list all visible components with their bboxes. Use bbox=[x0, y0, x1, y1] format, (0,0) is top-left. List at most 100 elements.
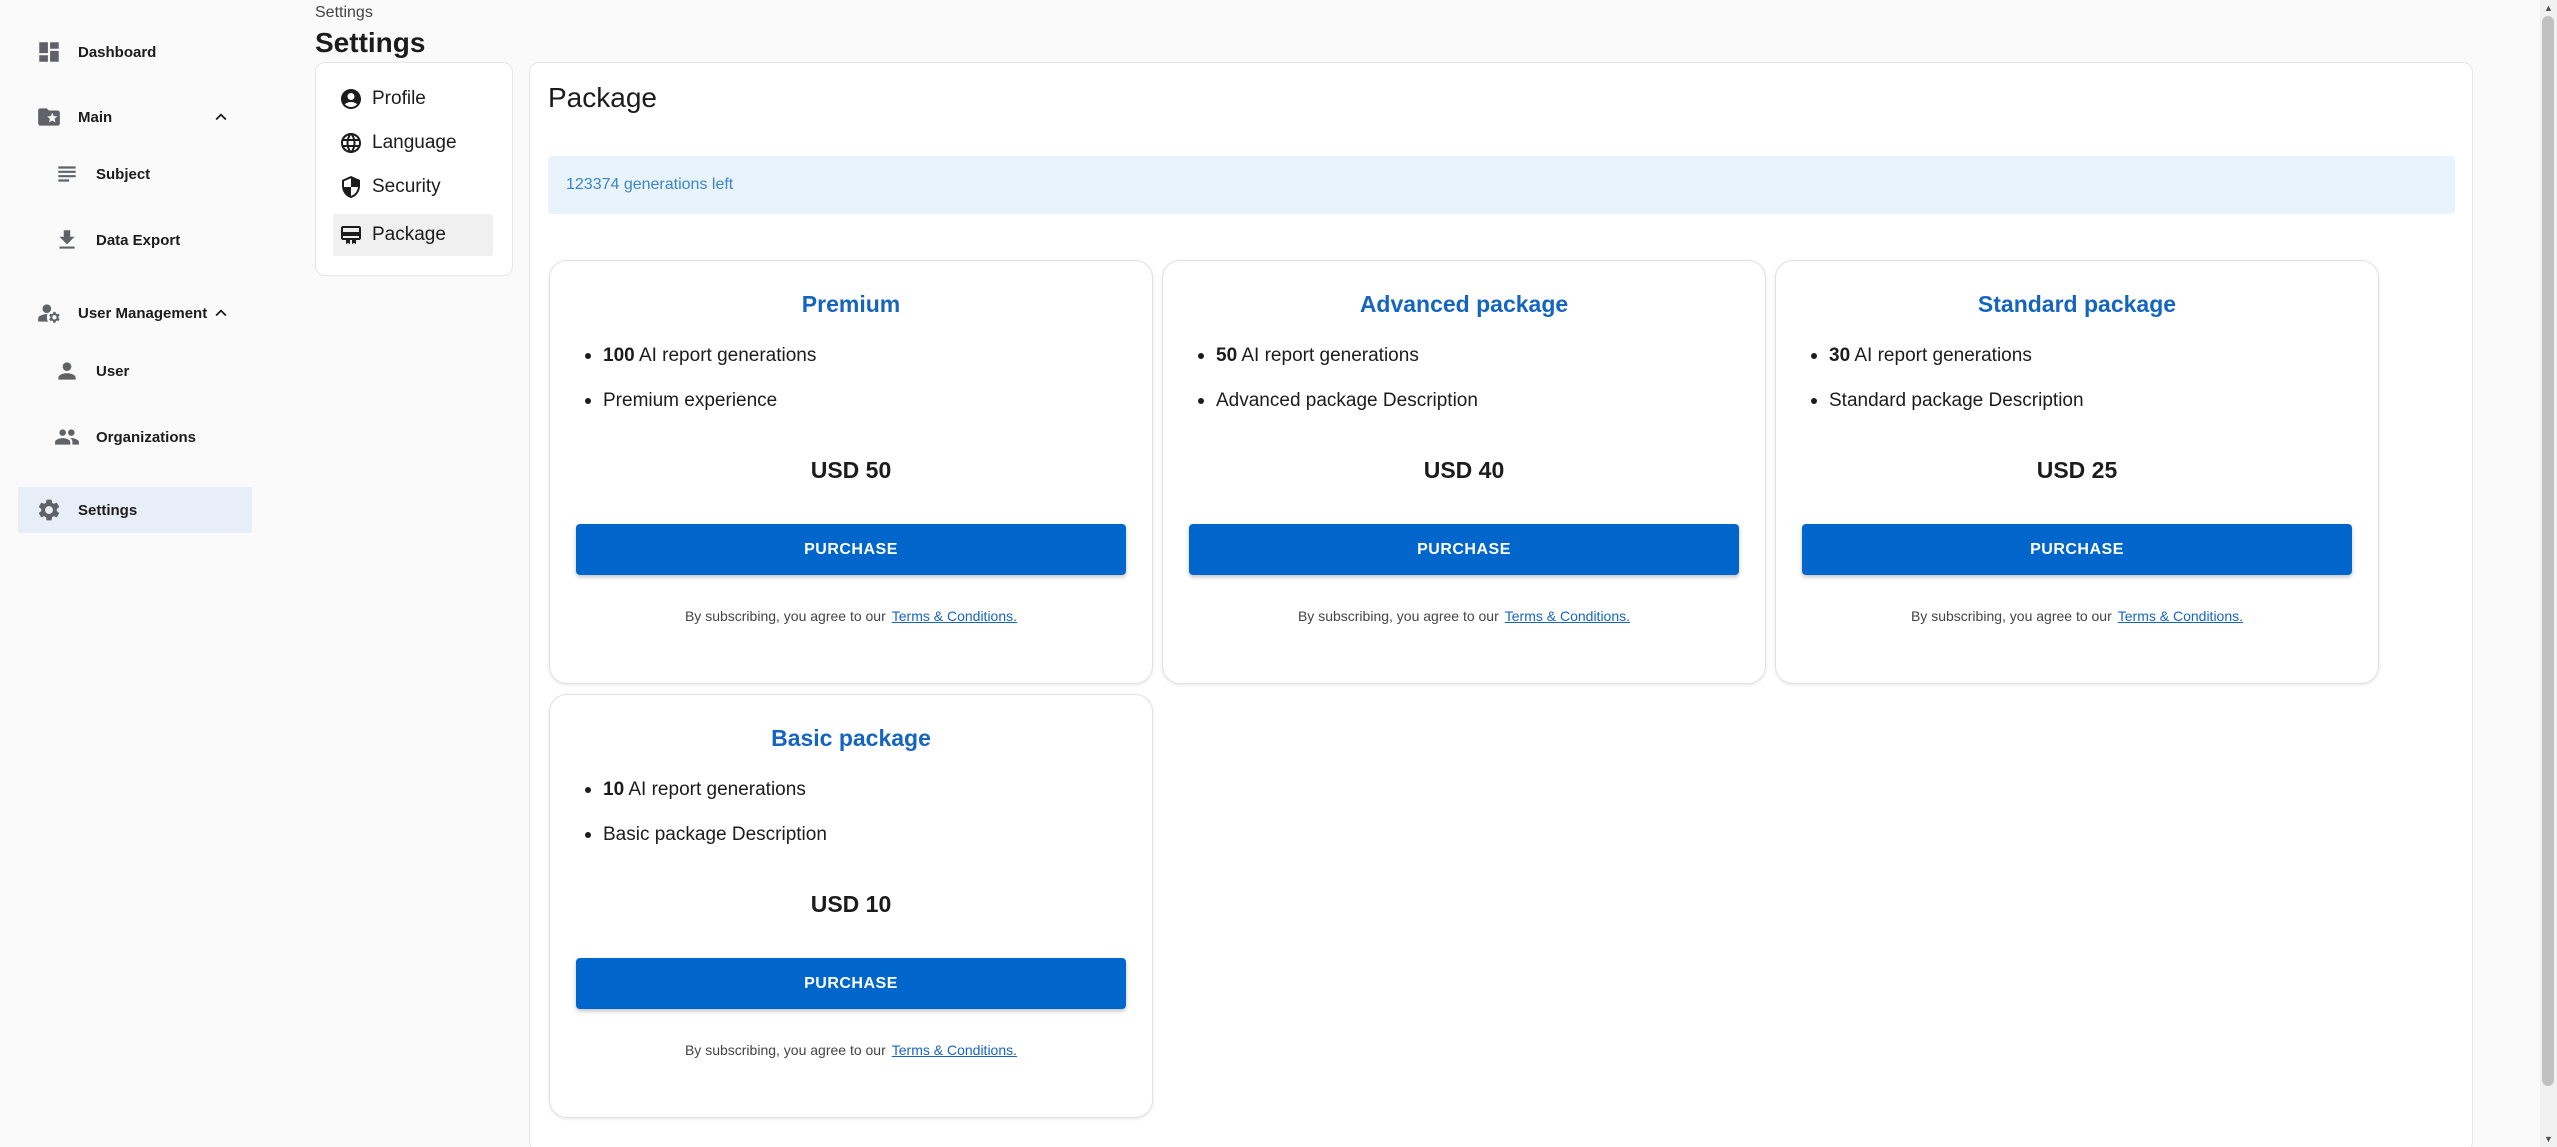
terms-notice: By subscribing, you agree to our Terms & … bbox=[1776, 608, 2378, 624]
generations-left-text: 123374 generations left bbox=[566, 176, 734, 193]
chevron-up-icon[interactable] bbox=[210, 302, 232, 324]
sidebar-item-label: Organizations bbox=[96, 428, 197, 446]
package-price: USD 50 bbox=[810, 457, 892, 483]
feature-text: AI report generations bbox=[1854, 345, 2032, 366]
package-features: 100 AI report generations Premium experi… bbox=[583, 345, 816, 435]
sidebar-item-data-export[interactable]: Data Export bbox=[54, 217, 180, 263]
package-title: Standard package bbox=[1977, 291, 2177, 317]
terms-notice: By subscribing, you agree to our Terms & … bbox=[550, 608, 1152, 624]
groups-icon bbox=[54, 424, 80, 450]
settings-menu: Profile Language Security Package bbox=[315, 62, 513, 276]
person-icon bbox=[54, 358, 80, 384]
scrollbar-thumb[interactable] bbox=[2542, 16, 2554, 1086]
feature-text: Premium experience bbox=[603, 390, 778, 411]
feature-text: Advanced package Description bbox=[1216, 390, 1478, 411]
globe-icon bbox=[338, 130, 364, 156]
terms-link[interactable]: Terms & Conditions. bbox=[892, 608, 1017, 624]
generations-left-alert: 123374 generations left bbox=[548, 156, 2455, 214]
sidebar-item-label: User Management bbox=[78, 304, 208, 322]
sidebar-item-label: Main bbox=[78, 108, 113, 126]
sidebar-item-dashboard[interactable]: Dashboard bbox=[36, 29, 156, 75]
package-price: USD 10 bbox=[810, 891, 892, 917]
generation-count: 50 bbox=[1216, 345, 1238, 366]
sidebar-item-label: User bbox=[96, 362, 130, 380]
terms-link[interactable]: Terms & Conditions. bbox=[2118, 608, 2243, 624]
manage-accounts-icon bbox=[36, 300, 62, 326]
generation-count: 30 bbox=[1829, 345, 1851, 366]
settings-menu-item-security[interactable]: Security bbox=[333, 166, 493, 208]
package-card-standard: Standard package 30 AI report generation… bbox=[1775, 260, 2379, 684]
download-icon bbox=[54, 227, 80, 253]
gear-icon bbox=[36, 497, 62, 523]
feature-text: AI report generations bbox=[628, 779, 806, 800]
sidebar-item-label: Dashboard bbox=[78, 43, 157, 61]
sidebar-item-user-management[interactable]: User Management bbox=[36, 290, 232, 336]
feature-item: Basic package Description bbox=[583, 824, 827, 869]
feature-text: AI report generations bbox=[1241, 345, 1419, 366]
feature-text: AI report generations bbox=[638, 345, 817, 366]
feature-item: 50 AI report generations bbox=[1196, 345, 1478, 390]
menu-item-label: Profile bbox=[372, 88, 426, 109]
settings-menu-item-language[interactable]: Language bbox=[333, 122, 493, 164]
feature-text: Basic package Description bbox=[603, 824, 827, 845]
scroll-up-arrow-icon[interactable]: ▲ bbox=[2543, 2, 2554, 14]
purchase-button[interactable]: PURCHASE bbox=[1189, 524, 1739, 575]
purchase-button[interactable]: PURCHASE bbox=[576, 524, 1126, 575]
package-price: USD 25 bbox=[2036, 457, 2118, 483]
sidebar-item-main[interactable]: Main bbox=[36, 94, 232, 140]
package-price: USD 40 bbox=[1423, 457, 1505, 483]
settings-menu-item-package[interactable]: Package bbox=[333, 214, 493, 256]
feature-item: Standard package Description bbox=[1809, 390, 2084, 435]
sidebar-item-user[interactable]: User bbox=[54, 348, 129, 394]
sidebar-item-label: Data Export bbox=[96, 231, 181, 249]
feature-item: Premium experience bbox=[583, 390, 816, 435]
subject-icon bbox=[54, 161, 80, 187]
breadcrumb[interactable]: Settings bbox=[315, 4, 373, 22]
package-card-basic: Basic package 10 AI report generations B… bbox=[549, 694, 1153, 1118]
package-card-advanced: Advanced package 50 AI report generation… bbox=[1162, 260, 1766, 684]
sidebar-item-label: Subject bbox=[96, 165, 151, 183]
folder-star-icon bbox=[36, 104, 62, 130]
account-circle-icon bbox=[338, 86, 364, 112]
package-features: 10 AI report generations Basic package D… bbox=[583, 779, 827, 869]
package-features: 30 AI report generations Standard packag… bbox=[1809, 345, 2084, 435]
feature-item: 100 AI report generations bbox=[583, 345, 816, 390]
feature-item: 10 AI report generations bbox=[583, 779, 827, 824]
sidebar-item-subject[interactable]: Subject bbox=[54, 151, 150, 197]
chevron-up-icon[interactable] bbox=[210, 106, 232, 128]
dashboard-icon bbox=[36, 39, 62, 65]
terms-link[interactable]: Terms & Conditions. bbox=[1505, 608, 1630, 624]
terms-notice: By subscribing, you agree to our Terms & … bbox=[550, 1042, 1152, 1058]
terms-text: By subscribing, you agree to our bbox=[684, 1042, 886, 1058]
terms-text: By subscribing, you agree to our bbox=[1910, 608, 2112, 624]
menu-item-label: Language bbox=[372, 132, 457, 153]
page-title: Settings bbox=[315, 27, 426, 58]
terms-text: By subscribing, you agree to our bbox=[684, 608, 886, 624]
sidebar-item-label: Settings bbox=[78, 501, 138, 519]
terms-link[interactable]: Terms & Conditions. bbox=[892, 1042, 1017, 1058]
shield-icon bbox=[338, 174, 364, 200]
sidebar: Dashboard Main Subject Data Export User … bbox=[0, 0, 270, 1147]
feature-text: Standard package Description bbox=[1829, 390, 2084, 411]
generation-count: 100 bbox=[603, 345, 635, 366]
terms-text: By subscribing, you agree to our bbox=[1297, 608, 1499, 624]
terms-notice: By subscribing, you agree to our Terms & … bbox=[1163, 608, 1765, 624]
purchase-button[interactable]: PURCHASE bbox=[1802, 524, 2352, 575]
package-title: Basic package bbox=[771, 725, 931, 751]
package-features: 50 AI report generations Advanced packag… bbox=[1196, 345, 1478, 435]
sidebar-item-settings[interactable]: Settings bbox=[36, 487, 137, 533]
scroll-down-arrow-icon[interactable]: ▼ bbox=[2543, 1133, 2554, 1145]
package-card-premium: Premium 100 AI report generations Premiu… bbox=[549, 260, 1153, 684]
settings-menu-item-profile[interactable]: Profile bbox=[333, 78, 493, 120]
package-title: Advanced package bbox=[1359, 291, 1569, 317]
feature-item: Advanced package Description bbox=[1196, 390, 1478, 435]
menu-item-label: Package bbox=[372, 224, 446, 245]
package-icon bbox=[338, 222, 364, 248]
package-title: Premium bbox=[801, 291, 901, 317]
menu-item-label: Security bbox=[372, 176, 441, 197]
purchase-button[interactable]: PURCHASE bbox=[576, 958, 1126, 1009]
generation-count: 10 bbox=[603, 779, 625, 800]
feature-item: 30 AI report generations bbox=[1809, 345, 2084, 390]
sidebar-item-organizations[interactable]: Organizations bbox=[54, 414, 196, 460]
panel-title: Package bbox=[548, 82, 657, 113]
